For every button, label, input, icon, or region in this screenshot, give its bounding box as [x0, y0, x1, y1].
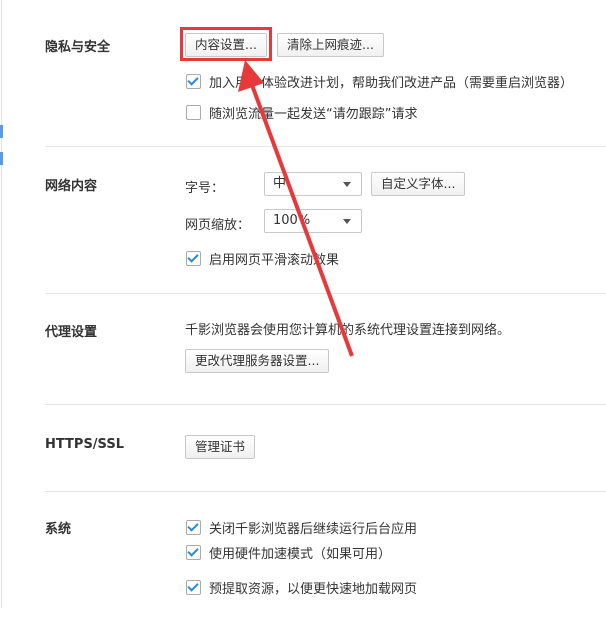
annotation-arrow-icon [238, 60, 354, 357]
